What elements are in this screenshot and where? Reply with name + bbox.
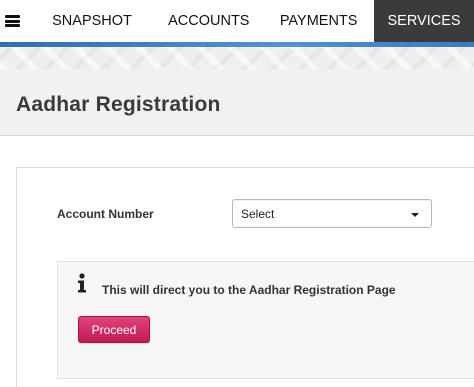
tab-accounts[interactable]: ACCOUNTS [154,0,263,42]
hamburger-menu-icon [5,15,21,27]
chevron-down-icon [411,213,419,217]
tab-payments[interactable]: PAYMENTS [263,0,374,42]
account-number-select[interactable]: Select [232,199,432,228]
top-navigation: SNAPSHOT ACCOUNTS PAYMENTS SERVICES [0,0,474,42]
info-message: This will direct you to the Aadhar Regis… [102,283,396,297]
info-icon [78,273,86,293]
proceed-button[interactable]: Proceed [78,316,150,343]
account-select-value: Select [241,207,275,221]
page-title: Aadhar Registration [16,93,221,116]
decorative-pattern-band [0,47,474,69]
tab-snapshot[interactable]: SNAPSHOT [30,0,155,42]
tab-services[interactable]: SERVICES [374,0,474,42]
menu-button[interactable] [0,0,30,42]
account-number-label: Account Number [57,207,154,221]
page-header: Aadhar Registration [0,69,474,136]
